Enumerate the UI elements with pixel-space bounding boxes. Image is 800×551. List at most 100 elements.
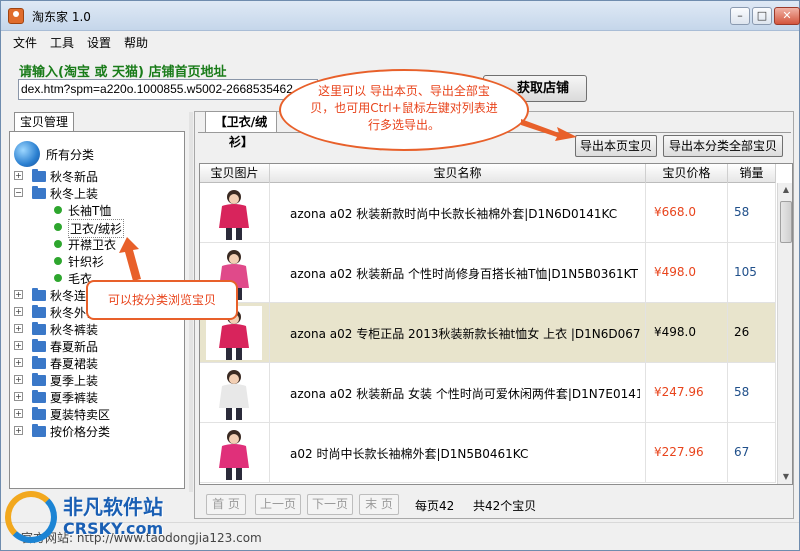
watermark-name: 非凡软件站 [63,495,163,519]
last-page-button[interactable]: 末 页 [359,494,399,515]
column-header-name[interactable]: 宝贝名称 [270,164,646,183]
item-name: a02 时尚中长款长袖棉外套|D1N5B0461KC [290,447,529,461]
tree-node[interactable]: 夏装特卖区 [50,406,110,423]
expand-icon[interactable]: + [14,358,23,367]
close-button[interactable]: ✕ [774,7,800,25]
expand-icon[interactable]: + [14,171,23,180]
tree-node[interactable]: 针织衫 [68,253,104,270]
table-row[interactable]: a02 时尚中长款长袖棉外套|D1N5B0461KC ¥227.96 67 [200,423,776,483]
folder-icon [32,407,46,420]
folder-icon [32,356,46,369]
store-url-prompt: 请输入(淘宝 或 天猫) 店铺首页地址 [19,65,227,80]
table-row[interactable]: azona a02 秋装新款时尚中长款长袖棉外套|D1N6D0141KC ¥668… [200,183,776,243]
tree-root-all-categories[interactable]: 所有分类 [46,146,94,163]
window-title: 淘东家 1.0 [32,10,91,24]
tree-node[interactable]: 春夏裙装 [50,355,98,372]
item-sales: 26 [734,325,750,339]
tree-node[interactable]: 秋冬连 [50,287,86,304]
expand-icon[interactable]: + [14,341,23,350]
item-price: ¥498.0 [654,325,696,339]
watermark-domain: CRSKY.com [63,519,164,538]
item-sales: 58 [734,205,750,219]
globe-icon [14,141,40,167]
next-page-button[interactable]: 下一页 [307,494,353,515]
folder-icon [32,339,46,352]
expand-icon[interactable]: + [14,409,23,418]
export-page-button[interactable]: 导出本页宝贝 [575,135,657,157]
expand-icon[interactable]: + [14,324,23,333]
browse-tip-arrow [119,237,141,281]
item-sales: 105 [734,265,757,279]
collapse-icon[interactable]: − [14,188,23,197]
folder-icon [32,305,46,318]
folder-icon [32,390,46,403]
expand-icon[interactable]: + [14,290,23,299]
export-tip-arrow [521,119,577,141]
folder-icon [32,424,46,437]
folder-icon [32,186,46,199]
table-scrollbar[interactable]: ▲ ▼ [777,183,792,484]
export-category-button[interactable]: 导出本分类全部宝贝 [663,135,783,157]
app-icon [8,8,24,24]
table-row[interactable]: azona a02 秋装新品 个性时尚修身百搭长袖T恤|D1N5B0361KT ¥… [200,243,776,303]
browse-tip-callout: 可以按分类浏览宝贝 [86,280,238,320]
scroll-down-icon[interactable]: ▼ [779,470,792,484]
tree-node[interactable]: 按价格分类 [50,423,110,440]
tree-node[interactable]: 春夏新品 [50,338,98,355]
tree-node[interactable]: 秋冬新品 [50,168,98,185]
maximize-button[interactable]: □ [752,7,772,25]
expand-icon[interactable]: + [14,307,23,316]
category-dot-icon [54,240,62,248]
category-dot-icon [54,257,62,265]
tab-current-category[interactable]: 【卫衣/绒衫】 [205,111,277,149]
tree-node[interactable]: 长袖T恤 [68,202,111,219]
main-window: 淘东家 1.0 – □ ✕ 文件 工具 设置 帮助 请输入(淘宝 或 天猫) 店… [0,0,800,551]
item-price: ¥668.0 [654,205,696,219]
item-thumbnail [206,366,262,420]
item-price: ¥227.96 [654,445,704,459]
category-dot-icon [54,206,62,214]
item-thumbnail [206,186,262,240]
watermark: 非凡软件站 CRSKY.com [1,485,201,551]
table-header: 宝贝图片 宝贝名称 宝贝价格 销量 [200,164,776,183]
scroll-up-icon[interactable]: ▲ [779,183,792,197]
item-image-cell [200,363,270,423]
menu-tools[interactable]: 工具 [50,34,74,51]
item-table[interactable]: 宝贝图片 宝贝名称 宝贝价格 销量 azona a02 秋装新款时尚中长款长袖棉… [199,163,793,485]
item-price: ¥247.96 [654,385,704,399]
expand-icon[interactable]: + [14,392,23,401]
watermark-logo [5,491,57,543]
item-name: azona a02 秋装新款时尚中长款长袖棉外套|D1N6D0141KC [290,207,618,221]
expand-icon[interactable]: + [14,375,23,384]
tree-node[interactable]: 秋冬裤装 [50,321,98,338]
item-name: azona a02 秋装新品 女装 个性时尚可爱休闲两件套|D1N7E0141.… [290,387,640,401]
expand-icon[interactable]: + [14,426,23,435]
tree-node[interactable]: 开襟卫衣 [68,236,116,253]
item-thumbnail [206,426,262,480]
item-image-cell [200,423,270,483]
store-url-input[interactable]: dex.htm?spm=a220o.1000855.w5002-26685354… [18,79,318,100]
table-row[interactable]: azona a02 专柜正品 2013秋装新款长袖t恤女 上衣 |D1N6D06… [200,303,776,363]
category-dot-icon [54,223,62,231]
minimize-button[interactable]: – [730,7,750,25]
item-image-cell [200,183,270,243]
per-page-label: 每页42 [415,499,455,513]
tree-node[interactable]: 夏季上装 [50,372,98,389]
item-sales: 58 [734,385,750,399]
scroll-thumb[interactable] [780,201,792,243]
menu-settings[interactable]: 设置 [87,34,111,51]
column-header-image[interactable]: 宝贝图片 [200,164,270,183]
category-dot-icon [54,274,62,282]
tab-item-management[interactable]: 宝贝管理 [14,112,74,132]
folder-icon [32,322,46,335]
folder-icon [32,169,46,182]
column-header-price[interactable]: 宝贝价格 [646,164,728,183]
table-row[interactable]: azona a02 秋装新品 女装 个性时尚可爱休闲两件套|D1N7E0141.… [200,363,776,423]
column-header-sales[interactable]: 销量 [728,164,776,183]
menu-file[interactable]: 文件 [13,34,37,51]
prev-page-button[interactable]: 上一页 [255,494,301,515]
tree-node[interactable]: 夏季裤装 [50,389,98,406]
tree-node[interactable]: 秋冬上装 [50,185,98,202]
first-page-button[interactable]: 首 页 [206,494,246,515]
menu-help[interactable]: 帮助 [124,34,148,51]
